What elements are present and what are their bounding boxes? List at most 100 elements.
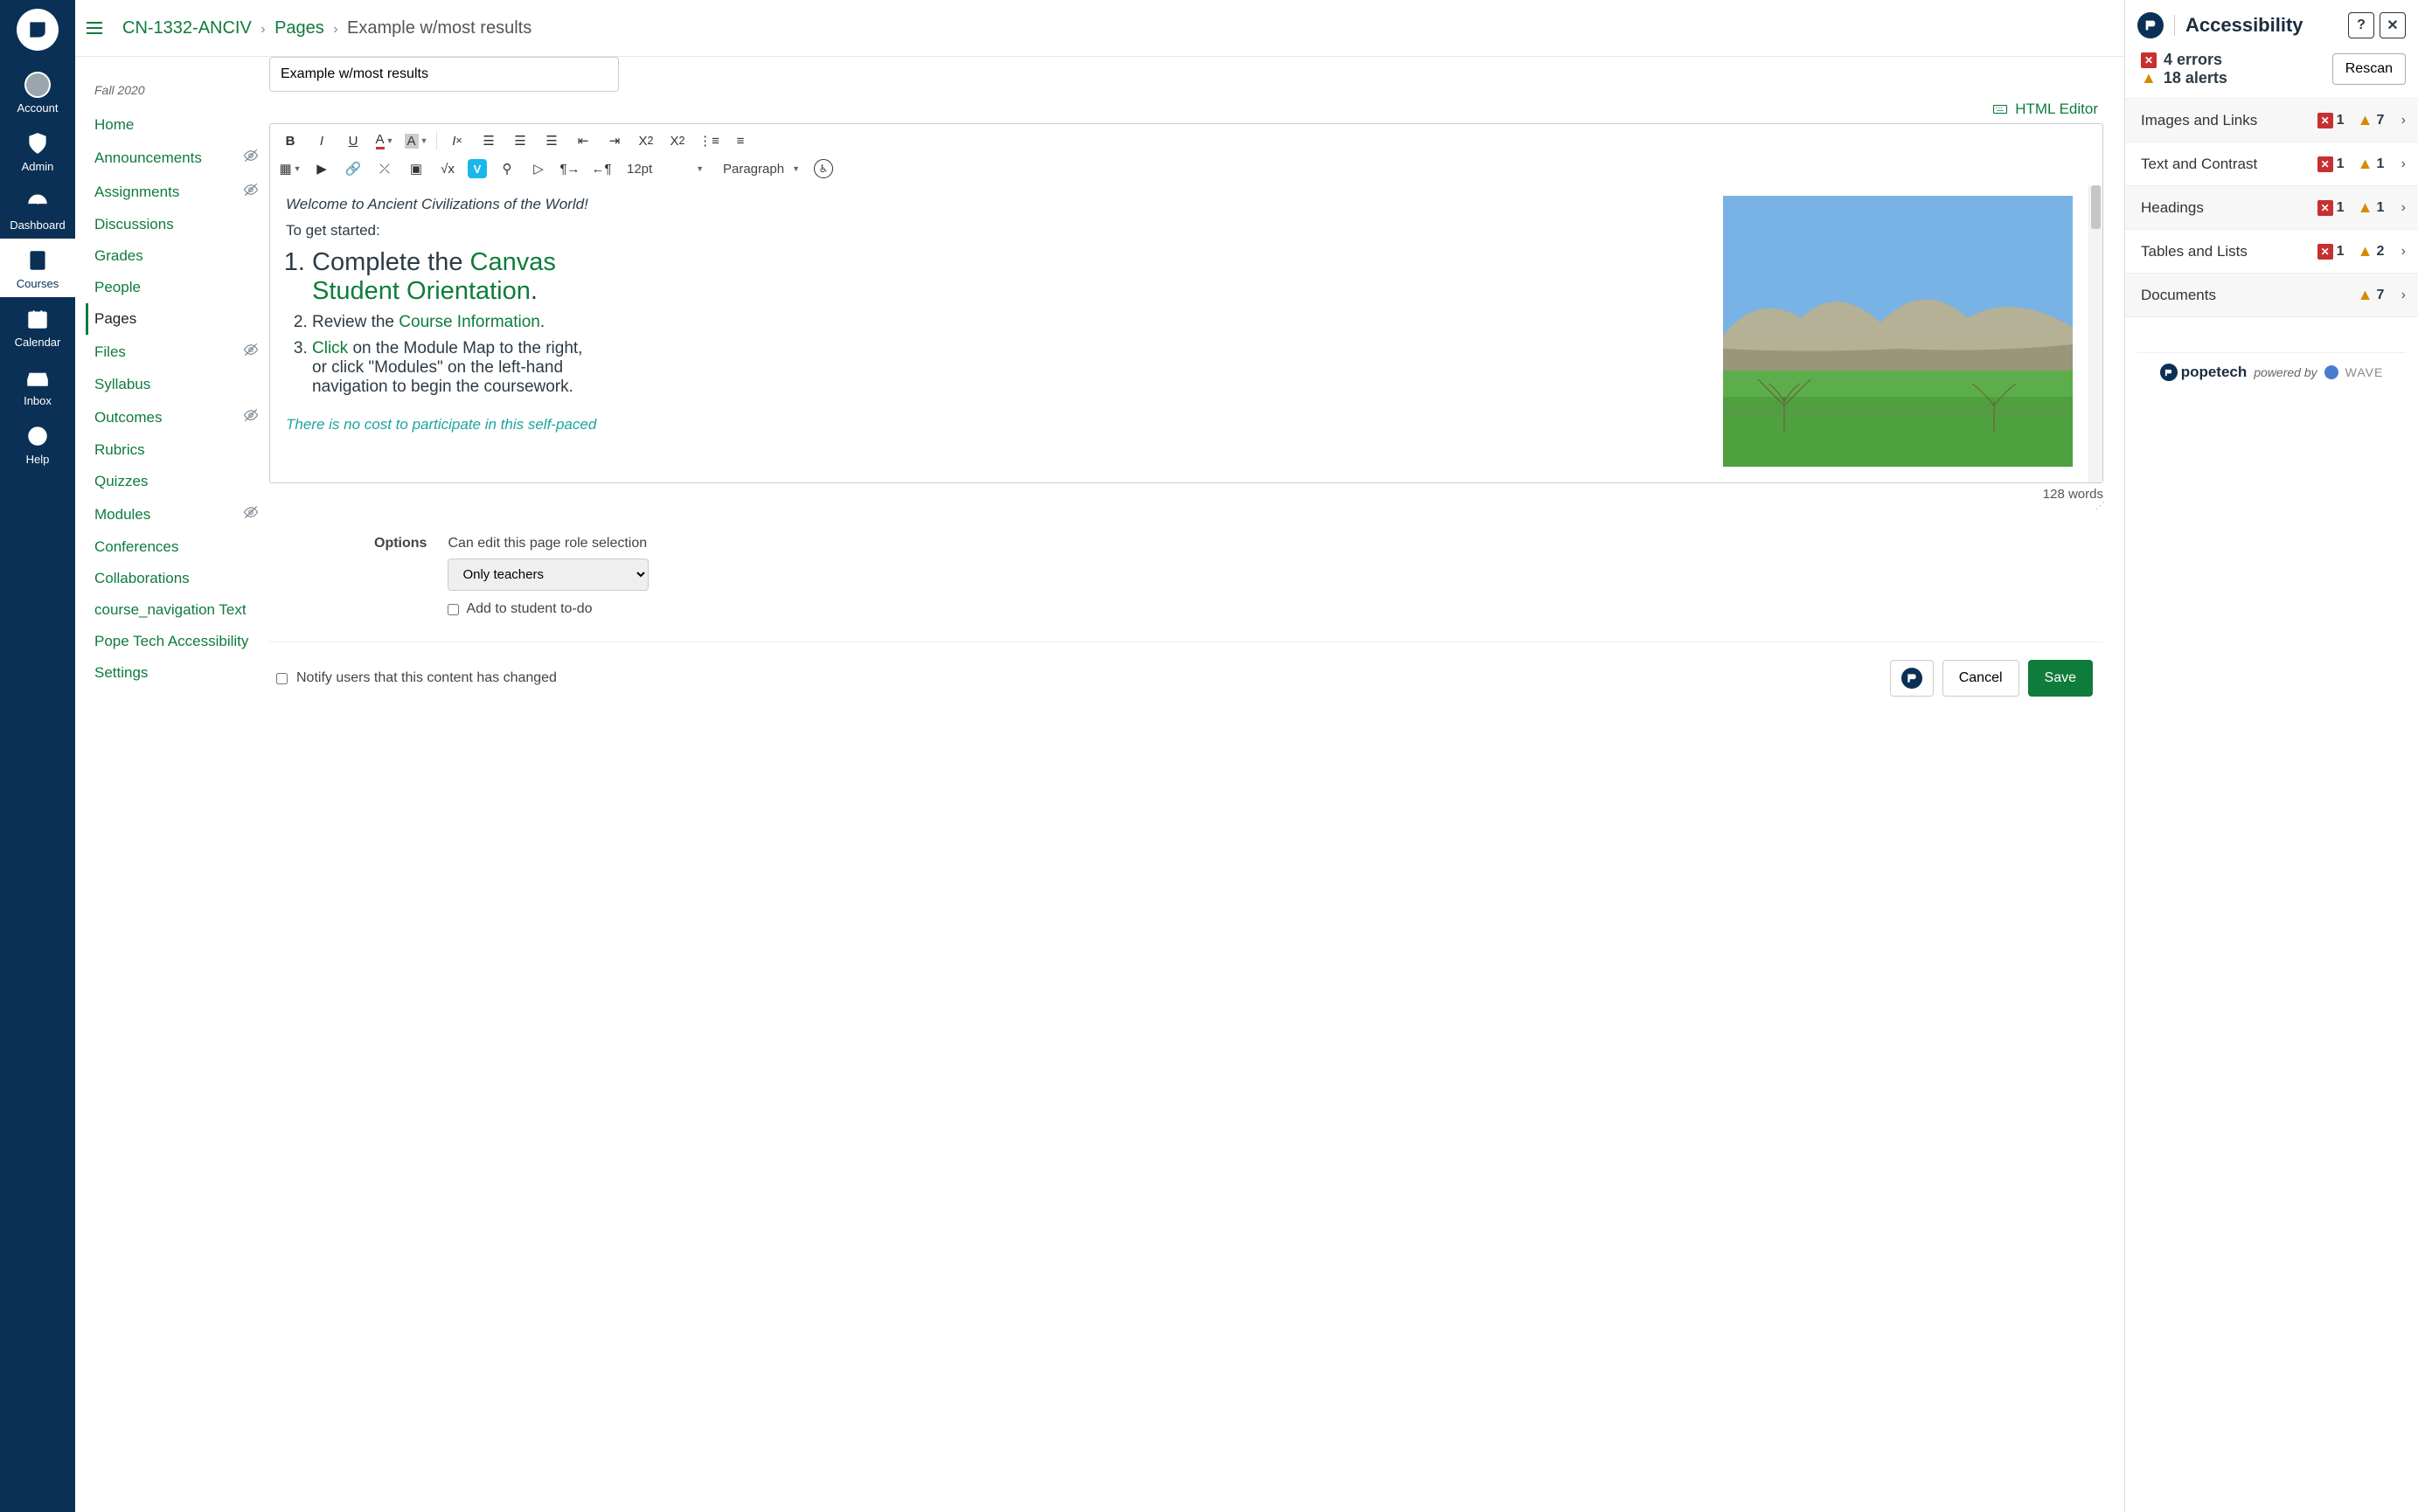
course-nav-item[interactable]: Rubrics [93, 434, 269, 466]
underline-button[interactable]: U [342, 129, 365, 152]
chevron-right-icon: › [2401, 200, 2406, 216]
font-size-select[interactable]: 12pt▼ [622, 162, 709, 177]
course-nav-item[interactable]: Quizzes [93, 466, 269, 497]
a11y-category-name: Text and Contrast [2141, 156, 2309, 173]
rescan-button[interactable]: Rescan [2332, 53, 2406, 85]
gnav-label: Account [17, 101, 59, 114]
course-nav-item[interactable]: Assignments [93, 175, 269, 209]
course-nav-item[interactable]: Conferences [93, 531, 269, 563]
gnav-label: Courses [17, 277, 59, 290]
course-nav-label: Announcements [94, 149, 202, 167]
gnav-admin[interactable]: Admin [0, 121, 75, 180]
course-nav-item[interactable]: Pages [86, 303, 269, 335]
brand-logo[interactable] [17, 9, 59, 51]
rtl-button[interactable]: ←¶ [590, 157, 613, 180]
a11y-category-name: Images and Links [2141, 112, 2309, 129]
clear-format-button[interactable]: I× [446, 129, 469, 152]
a11y-category-row[interactable]: Documents▲ 7› [2125, 274, 2418, 317]
accessibility-checker-button[interactable]: ♿︎ [814, 159, 833, 178]
a11y-category-row[interactable]: Text and Contrast✕ 1▲ 1› [2125, 142, 2418, 186]
a11y-help-button[interactable]: ? [2348, 12, 2374, 38]
help-icon: ? [24, 423, 51, 449]
gnav-dashboard[interactable]: Dashboard [0, 180, 75, 239]
link-button[interactable]: 🔗 [342, 157, 365, 180]
number-list-button[interactable]: ≡ [729, 129, 752, 152]
breadcrumb-course[interactable]: CN-1332-ANCIV [122, 18, 252, 38]
align-right-button[interactable]: ☰ [540, 129, 563, 152]
course-nav-item[interactable]: Collaborations [93, 563, 269, 594]
chevron-right-icon: › [333, 22, 337, 37]
course-nav-item[interactable]: Settings [93, 657, 269, 689]
course-nav-item[interactable]: Pope Tech Accessibility [93, 626, 269, 657]
vimeo-button[interactable]: V [468, 159, 487, 178]
hamburger-button[interactable] [79, 12, 110, 44]
breadcrumb-pages[interactable]: Pages [274, 18, 324, 38]
course-nav-label: Assignments [94, 184, 179, 201]
italic-button[interactable]: I [310, 129, 333, 152]
text-color-button[interactable]: A▼ [373, 129, 396, 152]
chevron-right-icon: › [2401, 288, 2406, 303]
subscript-button[interactable]: X2 [666, 129, 689, 152]
save-button[interactable]: Save [2028, 660, 2093, 697]
notify-label[interactable]: Notify users that this content has chang… [276, 670, 557, 686]
cancel-button[interactable]: Cancel [1942, 660, 2019, 697]
gnav-help[interactable]: ? Help [0, 414, 75, 473]
course-nav-item[interactable]: Grades [93, 240, 269, 272]
course-nav-item[interactable]: course_navigation Text [93, 594, 269, 626]
gnav-courses[interactable]: Courses [0, 239, 75, 297]
a11y-category-row[interactable]: Tables and Lists✕ 1▲ 2› [2125, 230, 2418, 274]
notify-checkbox[interactable] [276, 673, 288, 684]
bg-color-button[interactable]: A▼ [405, 129, 427, 152]
a11y-alert-stat: ▲ 2 [2358, 242, 2389, 260]
a11y-category-row[interactable]: Headings✕ 1▲ 1› [2125, 186, 2418, 230]
page-title-input[interactable] [269, 57, 619, 92]
a11y-error-stat: ✕ 1 [2317, 113, 2349, 128]
rte-content[interactable]: Welcome to Ancient Civilizations of the … [270, 185, 2088, 482]
course-nav-item[interactable]: Announcements [93, 141, 269, 175]
superscript-button[interactable]: X2 [635, 129, 657, 152]
table-button[interactable]: ▦▼ [279, 157, 302, 180]
indent-button[interactable]: ⇥ [603, 129, 626, 152]
a11y-close-button[interactable]: ✕ [2380, 12, 2406, 38]
align-left-button[interactable]: ☰ [477, 129, 500, 152]
course-nav-item[interactable]: Files [93, 335, 269, 369]
step-3-link[interactable]: Click [312, 339, 348, 357]
course-nav-label: Pope Tech Accessibility [94, 633, 248, 650]
equation-button[interactable]: √x [436, 157, 459, 180]
block-format-select[interactable]: Paragraph▼ [718, 162, 805, 177]
resize-handle[interactable]: ⋰ [269, 500, 2103, 511]
a11y-category-name: Headings [2141, 199, 2309, 217]
bold-button[interactable]: B [279, 129, 302, 152]
course-nav-item[interactable]: People [93, 272, 269, 303]
course-nav-item[interactable]: Outcomes [93, 400, 269, 434]
embed-button[interactable]: ⚲ [496, 157, 518, 180]
html-editor-link[interactable]: HTML Editor [2015, 101, 2098, 118]
bullet-list-button[interactable]: ⋮≡ [698, 129, 720, 152]
outdent-button[interactable]: ⇤ [572, 129, 594, 152]
gnav-account[interactable]: Account [0, 63, 75, 121]
course-nav-label: Modules [94, 506, 150, 524]
gnav-calendar[interactable]: Calendar [0, 297, 75, 356]
course-term: Fall 2020 [93, 83, 269, 97]
course-nav-item[interactable]: Modules [93, 497, 269, 531]
book-icon [24, 247, 51, 274]
a11y-category-row[interactable]: Images and Links✕ 1▲ 7› [2125, 99, 2418, 142]
image-button[interactable]: ▣ [405, 157, 427, 180]
course-nav-item[interactable]: Discussions [93, 209, 269, 240]
align-center-button[interactable]: ☰ [509, 129, 532, 152]
youtube-button[interactable]: ▷ [527, 157, 550, 180]
video-button[interactable]: ▶ [310, 157, 333, 180]
edit-role-select[interactable]: Only teachers [448, 558, 649, 591]
add-todo-label[interactable]: Add to student to-do [448, 601, 649, 617]
ltr-button[interactable]: ¶→ [559, 157, 581, 180]
popetech-button[interactable] [1890, 660, 1934, 697]
course-nav-item[interactable]: Home [93, 109, 269, 141]
gnav-inbox[interactable]: Inbox [0, 356, 75, 414]
options-label: Options [374, 536, 427, 551]
course-nav-item[interactable]: Syllabus [93, 369, 269, 400]
editor-scrollbar[interactable] [2088, 185, 2102, 482]
unlink-button[interactable]: ⤫ [373, 157, 396, 180]
step-2-link[interactable]: Course Information [399, 313, 540, 331]
popetech-icon [1901, 668, 1922, 689]
add-todo-checkbox[interactable] [448, 604, 459, 615]
